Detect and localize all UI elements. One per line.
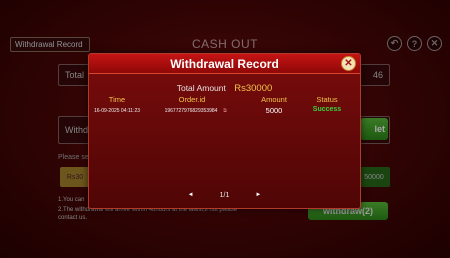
total-amount-label: Total Amount <box>176 83 226 93</box>
row-status: Success <box>312 106 342 113</box>
prev-page-icon[interactable]: ◄ <box>188 192 194 198</box>
row-amount: 5000 <box>265 106 283 115</box>
modal-title: Withdrawal Record <box>170 56 279 71</box>
pagination: ◄ 1/1 ► <box>89 190 360 200</box>
withdrawal-record-modal: Withdrawal Record ✕ Total Amount Rs30000… <box>88 53 361 209</box>
column-status: Status <box>316 95 338 104</box>
row-order-id: 1967727976829353984 <box>164 108 218 114</box>
close-icon[interactable]: ✕ <box>341 56 356 71</box>
next-page-icon[interactable]: ► <box>255 192 261 198</box>
column-amount: Amount <box>261 95 287 104</box>
row-time: 16-09-2025 04:11:23 <box>93 108 141 114</box>
total-amount-line: Total Amount Rs30000 <box>89 83 360 94</box>
total-amount-value: Rs30000 <box>234 83 273 94</box>
column-time: Time <box>108 95 126 104</box>
column-order-id: Order.id <box>178 95 206 104</box>
table-row: 16-09-2025 04:11:23 1967727976829353984 … <box>89 106 360 117</box>
page-indicator: 1/1 <box>219 191 230 199</box>
copy-icon[interactable]: ⧉ <box>223 108 227 114</box>
modal-header: Withdrawal Record <box>89 54 360 74</box>
table-header: Time Order.id Amount Status <box>89 95 360 105</box>
